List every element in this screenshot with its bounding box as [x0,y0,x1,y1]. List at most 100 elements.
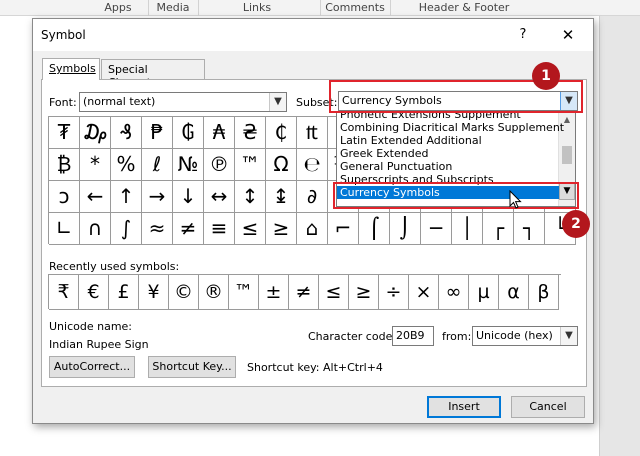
ribbon-group-header-footer[interactable]: Header & Footer [412,1,516,14]
tab-symbols[interactable]: Symbols [42,58,100,80]
symbol-cell[interactable]: │ [452,213,483,245]
symbol-cell[interactable]: ₴ [235,117,266,149]
symbol-cell[interactable]: ↄ [49,181,80,213]
symbol-cell[interactable]: ↕ [235,181,266,213]
symbol-cell[interactable]: ≥ [266,213,297,245]
symbol-cell[interactable]: ℗ [204,149,235,181]
chevron-down-icon[interactable]: ▼ [269,93,286,111]
autocorrect-button[interactable]: AutoCorrect... [49,356,135,378]
symbol-cell[interactable]: ↓ [173,181,204,213]
ribbon-group-apps[interactable]: Apps [100,1,136,14]
symbol-cell[interactable]: ₱ [142,117,173,149]
close-button[interactable]: ✕ [557,25,579,45]
ribbon-group-media[interactable]: Media [152,1,194,14]
symbol-cell[interactable]: ─ [421,213,452,245]
symbol-cell[interactable]: ≤ [235,213,266,245]
subset-option[interactable]: Latin Extended Additional [337,134,559,147]
ribbon-group-links[interactable]: Links [232,1,282,14]
character-code-input[interactable]: 20B9 [392,326,434,346]
recent-symbol-cell[interactable]: ¥ [139,275,169,310]
help-button[interactable]: ? [513,25,533,45]
recent-symbol-cell[interactable]: ™ [229,275,259,310]
recent-symbol-cell[interactable]: ₹ [49,275,79,310]
symbol-cell[interactable]: ₵ [266,117,297,149]
symbol-cell[interactable]: % [111,149,142,181]
dialog-title: Symbol [41,28,86,42]
mouse-pointer-icon [509,190,522,209]
ribbon-separator [198,0,199,16]
tab-special-characters[interactable]: Special Characters [101,59,205,89]
recent-symbol-cell[interactable]: µ [469,275,499,310]
symbol-cell[interactable]: ≠ [173,213,204,245]
recent-symbols-grid[interactable]: ₹ € £ ¥ © ® ™ ± ≠ ≤ ≥ ÷ × ∞ µ α β [48,274,561,310]
from-label: from: [442,330,472,343]
recent-symbol-cell[interactable]: β [529,275,559,310]
symbol-cell[interactable]: ™ [235,149,266,181]
recent-symbol-cell[interactable]: ® [199,275,229,310]
symbol-cell[interactable]: ≈ [142,213,173,245]
symbol-cell[interactable]: ₶ [297,117,328,149]
symbol-cell[interactable]: ℮ [297,149,328,181]
symbol-cell[interactable]: ₿ [49,149,80,181]
font-label: Font: [49,96,77,109]
scroll-thumb[interactable] [562,146,572,164]
character-code-label: Character code: [308,330,397,343]
tab-symbols-label: Symbols [49,62,96,75]
symbol-cell[interactable]: ← [80,181,111,213]
symbol-cell[interactable]: ↔ [204,181,235,213]
shortcut-key-button[interactable]: Shortcut Key... [148,356,236,378]
recent-symbol-cell[interactable]: ± [259,275,289,310]
symbol-cell[interactable]: № [173,149,204,181]
recent-symbol-cell[interactable]: ≠ [289,275,319,310]
symbol-cell[interactable]: ↑ [111,181,142,213]
subset-option[interactable]: Combining Diacritical Marks Supplement [337,121,564,134]
symbol-cell[interactable]: ⌐ [328,213,359,245]
ribbon-separator [320,0,321,16]
symbol-cell[interactable]: ∂ [297,181,328,213]
recent-symbol-cell[interactable]: α [499,275,529,310]
step-badge-2: 2 [562,210,590,238]
symbol-cell[interactable]: ₰ [111,117,142,149]
symbol-cell[interactable]: ┌ [483,213,514,245]
dialog-titlebar[interactable]: Symbol ? ✕ [33,19,593,51]
recent-symbol-cell[interactable]: € [79,275,109,310]
symbol-cell[interactable]: ≡ [204,213,235,245]
ribbon-separator [148,0,149,16]
step-badge-1: 1 [532,62,560,90]
cancel-button[interactable]: Cancel [511,396,585,418]
subset-option[interactable]: Greek Extended [337,147,559,160]
symbol-cell[interactable]: ₲ [173,117,204,149]
symbol-cell[interactable]: ₳ [204,117,235,149]
recent-symbol-cell[interactable]: × [409,275,439,310]
from-select[interactable]: Unicode (hex) ▼ [472,326,578,346]
symbol-cell[interactable]: ₮ [49,117,80,149]
recent-symbol-cell[interactable]: ∞ [439,275,469,310]
symbol-cell[interactable]: ┐ [514,213,545,245]
symbol-cell[interactable]: ∟ [49,213,80,245]
symbol-cell[interactable]: → [142,181,173,213]
recent-symbol-cell[interactable]: ÷ [379,275,409,310]
symbol-cell[interactable]: ⌡ [390,213,421,245]
recent-symbol-cell[interactable]: ≤ [319,275,349,310]
recent-symbol-cell[interactable]: £ [109,275,139,310]
symbol-cell[interactable]: ⌠ [359,213,390,245]
symbol-cell[interactable]: * [80,149,111,181]
symbol-cell[interactable]: ∫ [111,213,142,245]
insert-button[interactable]: Insert [427,396,501,418]
unicode-name-value: Indian Rupee Sign [49,338,149,351]
recent-symbol-cell[interactable]: © [169,275,199,310]
symbol-cell[interactable]: ↨ [266,181,297,213]
subset-option[interactable]: General Punctuation [337,160,559,173]
highlight-box-currency [333,182,579,209]
font-select[interactable]: (normal text) ▼ [79,92,287,112]
chevron-down-icon[interactable]: ▼ [560,327,577,345]
unicode-name-label: Unicode name: [49,320,133,333]
ribbon-group-comments[interactable]: Comments [324,1,386,14]
symbol-cell[interactable]: ⌂ [297,213,328,245]
symbol-cell[interactable]: Ω [266,149,297,181]
symbol-cell[interactable]: ₯ [80,117,111,149]
symbol-cell[interactable]: ∩ [80,213,111,245]
recent-symbol-cell[interactable]: ≥ [349,275,379,310]
ribbon-strip: Apps Media Links Comments Header & Foote… [0,0,640,16]
symbol-cell[interactable]: ℓ [142,149,173,181]
